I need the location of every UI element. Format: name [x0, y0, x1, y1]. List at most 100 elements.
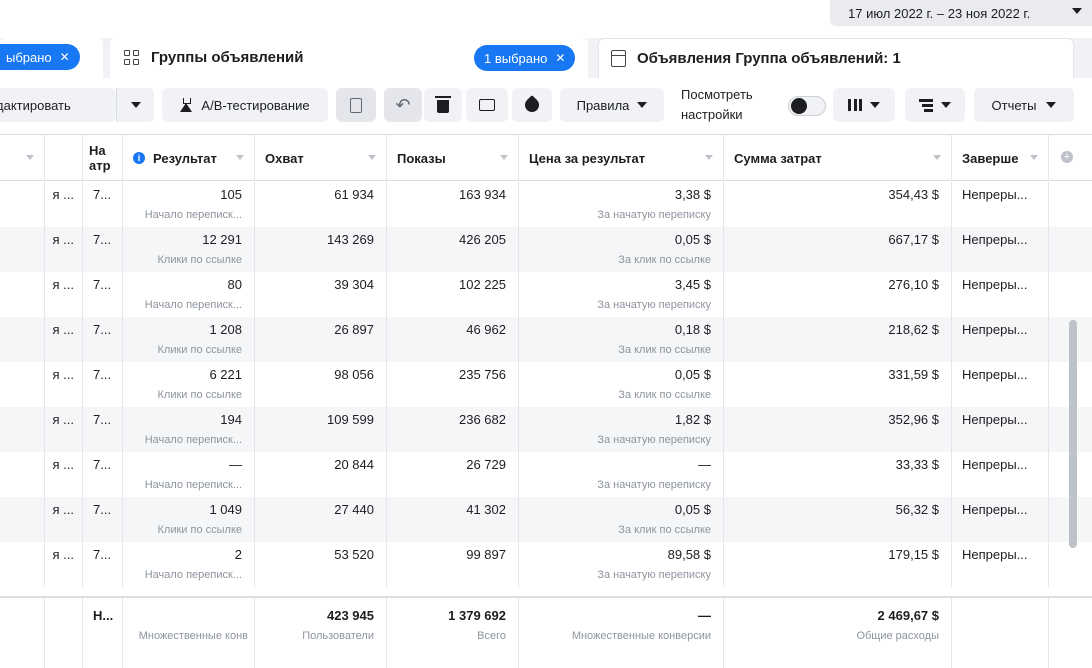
table-row[interactable]: я ... 7... 1 049 Клики по ссылке 27 440 41 30… — [0, 497, 1092, 542]
column-header-name[interactable] — [45, 135, 83, 181]
totals-label-cell: Н... — [83, 598, 123, 668]
row-reach: 27 440 — [334, 502, 374, 517]
add-column-icon[interactable]: + — [1061, 151, 1073, 163]
table-row[interactable]: я ... 7... 105 Начало переписк... 61 934 163 … — [0, 182, 1092, 227]
row-ends-cell: Непреры... — [952, 407, 1049, 452]
row-ends-cell: Непреры... — [952, 362, 1049, 407]
totals-spent-cell: 2 469,67 $ Общие расходы — [724, 598, 952, 668]
row-name-cell[interactable]: я ... — [45, 497, 83, 542]
campaigns-selected-pill[interactable]: ыбрано ✕ — [0, 44, 80, 70]
row-result: 105 — [220, 187, 242, 202]
edit-dropdown-button[interactable] — [116, 88, 154, 122]
trash-icon — [435, 96, 451, 113]
row-result-cell: 194 Начало переписк... — [123, 407, 255, 452]
ads-table: На атр i Результат Охват Показы Цена за … — [0, 134, 1092, 668]
column-header-checkbox[interactable] — [0, 135, 45, 181]
row-name-cell[interactable]: я ... — [45, 452, 83, 497]
edit-button[interactable]: дактировать — [0, 88, 116, 122]
row-reach-cell: 98 056 — [255, 362, 387, 407]
row-reach-cell: 20 844 — [255, 452, 387, 497]
row-spent-cell: 667,17 $ — [724, 227, 952, 272]
table-row[interactable]: я ... 7... 2 Начало переписк... 53 520 99 897… — [0, 542, 1092, 587]
column-header-amount-spent[interactable]: Сумма затрат — [724, 135, 952, 181]
row-ends: Непреры... — [962, 457, 1028, 472]
tab-campaigns[interactable]: ыбрано ✕ — [0, 38, 103, 78]
row-reach-cell: 39 304 — [255, 272, 387, 317]
table-scrollbar[interactable] — [1069, 320, 1077, 548]
row-name-cell[interactable]: я ... — [45, 407, 83, 452]
table-row[interactable]: я ... 7... 12 291 Клики по ссылке 143 269 426… — [0, 227, 1092, 272]
view-settings-toggle[interactable] — [788, 96, 826, 116]
rules-button[interactable]: Правила — [560, 88, 664, 122]
close-icon[interactable]: ✕ — [60, 50, 70, 64]
row-cpr-sub: За клик по ссылке — [618, 344, 711, 356]
table-row[interactable]: я ... 7... 6 221 Клики по ссылке 98 056 235 7… — [0, 362, 1092, 407]
undo-button[interactable]: ↶ — [384, 88, 422, 122]
row-attribution-cell: 7... — [83, 272, 123, 317]
totals-reach-cell: 423 945 Пользователи — [255, 598, 387, 668]
row-result-sub: Начало переписк... — [144, 569, 242, 581]
row-name-cell[interactable]: я ... — [45, 542, 83, 587]
row-checkbox-cell[interactable] — [0, 317, 45, 362]
preview-button[interactable] — [466, 88, 508, 122]
column-header-result[interactable]: i Результат — [123, 135, 255, 181]
row-checkbox-cell[interactable] — [0, 542, 45, 587]
row-name-cell[interactable]: я ... — [45, 272, 83, 317]
row-name-cell[interactable]: я ... — [45, 182, 83, 227]
duplicate-button[interactable] — [336, 88, 376, 122]
tab-ads[interactable]: Объявления Группа объявлений: 1 — [598, 38, 1074, 78]
row-attribution: 7... — [93, 412, 112, 427]
row-ends: Непреры... — [962, 502, 1028, 517]
row-spent: 56,32 $ — [895, 502, 939, 517]
column-header-attribution[interactable]: На атр — [83, 135, 123, 181]
tab-adsets[interactable]: Группы объявлений 1 выбрано ✕ — [110, 38, 588, 78]
column-header-cost-per-result[interactable]: Цена за результат — [519, 135, 724, 181]
row-result-cell: 1 049 Клики по ссылке — [123, 497, 255, 542]
row-checkbox-cell[interactable] — [0, 452, 45, 497]
row-attribution: 7... — [93, 457, 112, 472]
tag-button[interactable] — [512, 88, 552, 122]
row-impressions: 236 682 — [459, 412, 506, 427]
row-name-cell[interactable]: я ... — [45, 227, 83, 272]
ab-test-button[interactable]: A/B-тестирование — [162, 88, 328, 122]
ends-header-label: Заверше — [962, 150, 1019, 166]
row-checkbox-cell[interactable] — [0, 407, 45, 452]
date-range-picker[interactable]: 17 июл 2022 г. – 23 ноя 2022 г. — [830, 0, 1092, 26]
row-checkbox-cell[interactable] — [0, 497, 45, 542]
row-checkbox-cell[interactable] — [0, 362, 45, 407]
row-cpr-sub: За клик по ссылке — [618, 524, 711, 536]
row-result: 2 — [234, 547, 242, 562]
clipboard-icon — [350, 97, 362, 113]
table-row[interactable]: я ... 7... — Начало переписк... 20 844 26 729… — [0, 452, 1092, 497]
row-spent: 33,33 $ — [895, 457, 939, 472]
row-result-sub: Начало переписк... — [144, 479, 242, 491]
columns-button[interactable] — [833, 88, 895, 122]
adsets-selected-pill[interactable]: 1 выбрано ✕ — [474, 45, 576, 71]
breakdown-button[interactable] — [905, 88, 965, 122]
row-checkbox-cell[interactable] — [0, 182, 45, 227]
table-row[interactable]: я ... 7... 1 208 Клики по ссылке 26 897 46 96… — [0, 317, 1092, 362]
row-checkbox-cell[interactable] — [0, 272, 45, 317]
row-result: — — [229, 457, 242, 472]
row-result-sub: Клики по ссылке — [157, 524, 243, 536]
column-header-reach[interactable]: Охват — [255, 135, 387, 181]
table-row[interactable]: я ... 7... 80 Начало переписк... 39 304 102 2… — [0, 272, 1092, 317]
column-header-ends[interactable]: Заверше — [952, 135, 1049, 181]
row-attribution: 7... — [93, 547, 112, 562]
row-name-cell[interactable]: я ... — [45, 317, 83, 362]
delete-button[interactable] — [424, 88, 462, 122]
row-result-cell: 12 291 Клики по ссылке — [123, 227, 255, 272]
table-row[interactable]: я ... 7... 194 Начало переписк... 109 599 236… — [0, 407, 1092, 452]
row-cpr: 89,58 $ — [667, 547, 711, 562]
reports-button[interactable]: Отчеты — [974, 88, 1074, 122]
row-impressions: 235 756 — [459, 367, 506, 382]
row-attribution: 7... — [93, 232, 112, 247]
row-ends-cell: Непреры... — [952, 542, 1049, 587]
row-name-cell[interactable]: я ... — [45, 362, 83, 407]
close-icon[interactable]: ✕ — [555, 51, 565, 65]
row-impressions: 26 729 — [466, 457, 506, 472]
row-result-cell: — Начало переписк... — [123, 452, 255, 497]
info-icon[interactable]: i — [133, 152, 145, 164]
row-checkbox-cell[interactable] — [0, 227, 45, 272]
column-header-impressions[interactable]: Показы — [387, 135, 519, 181]
